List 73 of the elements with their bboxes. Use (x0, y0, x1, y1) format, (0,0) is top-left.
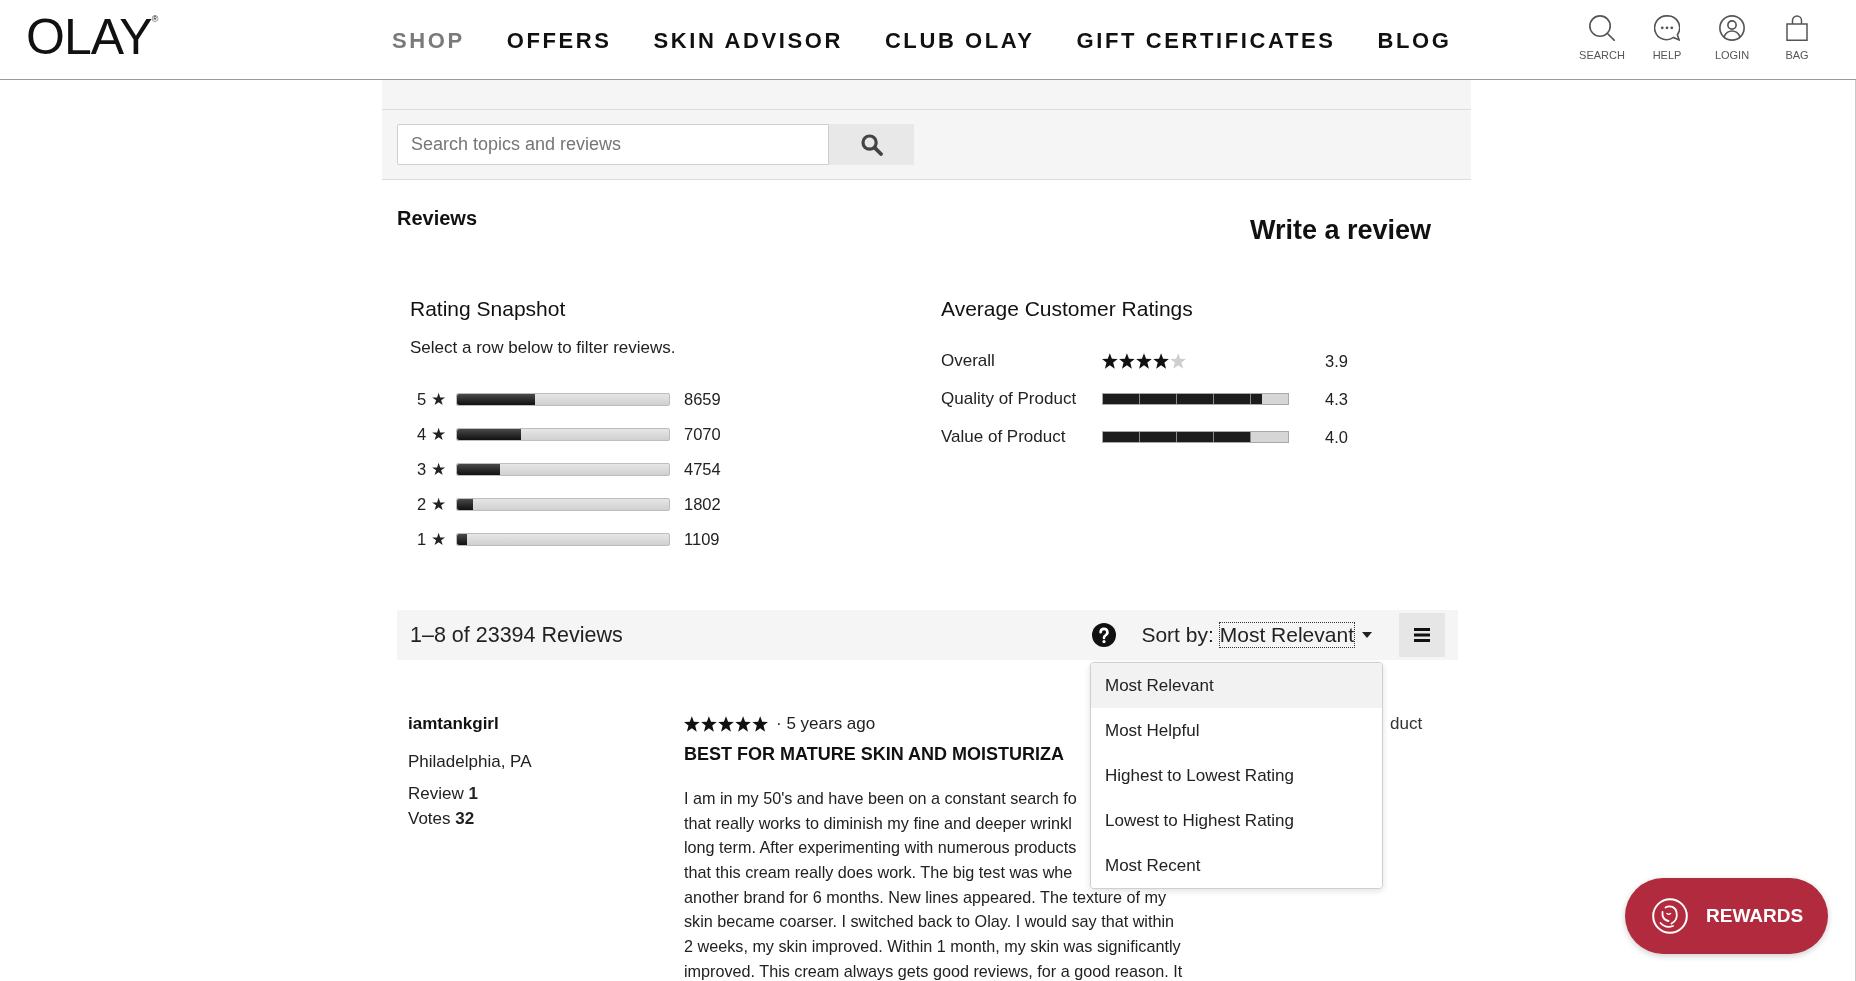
sort-label: Sort by: (1141, 622, 1214, 648)
review-text-line: 2 weeks, my skin improved. Within 1 month, my skin was significantly (684, 936, 1181, 957)
caret-icon (1362, 632, 1372, 638)
review-text-line: another brand for 6 months. New lines appeared. The texture of my (684, 886, 1166, 907)
chat-bubble-icon (1654, 14, 1680, 41)
rating-count: 1802 (684, 494, 721, 514)
review-text-line: improved. This cream always gets good reviews, for a good reason. It (684, 960, 1183, 981)
circle-emblem-icon (1652, 898, 1688, 934)
rating-score: 4.0 (1325, 427, 1348, 447)
nav-link[interactable]: GIFT CERTIFICATES (1076, 28, 1336, 54)
review-age: · 5 years ago (776, 714, 876, 734)
review-text-line: long term. After experimenting with numerous products (684, 837, 1077, 858)
rewards-button[interactable]: REWARDS (1625, 878, 1828, 954)
review-count: 1–8 of 23394 Reviews (410, 622, 623, 648)
sort-dropdown[interactable]: Most Relevant (1219, 623, 1372, 647)
partial-text: duct (1390, 714, 1423, 734)
reviews-heading: Reviews (397, 207, 478, 229)
review-text-line: that this cream really does work. The big test was whe (684, 862, 1073, 883)
rating-score: 4.3 (1325, 389, 1348, 409)
help-button[interactable]: HELP (1637, 14, 1697, 61)
star-level-label[interactable]: 4 ★ (417, 424, 446, 444)
search-icon (1589, 14, 1615, 41)
rating-count: 1109 (684, 529, 720, 549)
bag-button[interactable]: BAG (1767, 14, 1827, 61)
rating-bar-track[interactable] (456, 497, 670, 511)
star-level-label[interactable]: 3 ★ (417, 459, 446, 479)
reviewer-stat: Review 1 (408, 782, 478, 805)
olay-logo[interactable]: OLAY$^{®}$ (26, 10, 158, 63)
user-circle-icon (1719, 14, 1745, 41)
sort-option[interactable]: Lowest to Highest Rating (1091, 798, 1382, 843)
write-review-link[interactable]: Write a review (1249, 215, 1431, 245)
view-menu-button[interactable] (1399, 613, 1445, 657)
nav-link[interactable]: OFFERS (506, 28, 612, 54)
search-field[interactable]: Search topics and reviews (397, 124, 829, 165)
nav-link[interactable]: BLOG (1377, 28, 1452, 54)
rating-bar-track[interactable] (456, 392, 670, 406)
rating-count: 8659 (684, 389, 721, 409)
menu-icon (1414, 628, 1430, 642)
search-button[interactable] (829, 124, 914, 165)
section-title: Average Customer Ratings (941, 297, 1193, 321)
shopping-bag-icon (1786, 14, 1808, 41)
rating-label: Overall (941, 351, 995, 371)
sort-option[interactable]: Highest to Lowest Rating (1091, 753, 1382, 798)
star-level-label[interactable]: 2 ★ (417, 494, 446, 514)
rating-label: Quality of Product (941, 389, 1077, 409)
filter-hint: Select a row below to filter reviews. (410, 338, 676, 358)
nav-link[interactable]: SKIN ADVISOR (653, 28, 843, 54)
rating-bar-track[interactable] (456, 532, 670, 546)
rating-bar-track[interactable] (456, 462, 670, 476)
star-level-label[interactable]: 5 ★ (417, 389, 446, 409)
sort-option[interactable]: Most Helpful (1091, 708, 1382, 753)
star-level-label[interactable]: 1 ★ (417, 529, 446, 549)
rating-score: 3.9 (1325, 351, 1348, 371)
help-icon[interactable] (1092, 623, 1117, 647)
sort-option[interactable]: Most Relevant (1091, 663, 1382, 708)
rating-label: Value of Product (941, 427, 1066, 447)
review-title: BEST FOR MATURE SKIN AND MOISTURIZA (684, 743, 1064, 765)
review-text-line: skin became coarser. I switched back to Olay. I would say that within (684, 911, 1175, 932)
reviewer-name[interactable]: iamtankgirl (408, 714, 499, 734)
search-icon (860, 133, 883, 156)
nav-link[interactable]: CLUB OLAY (884, 28, 1035, 54)
rating-count: 4754 (684, 459, 721, 479)
reviewer-stat: Votes 32 (408, 807, 475, 830)
nav-link[interactable]: SHOP (392, 28, 465, 54)
review-text-line: that really works to diminish my fine and deeper wrinkl (684, 812, 1072, 833)
login-button[interactable]: LOGIN (1702, 14, 1762, 61)
review-text-line: I am in my 50's and have been on a constant search fo (684, 788, 1077, 808)
rating-count: 7070 (684, 424, 721, 444)
rating-bar-track[interactable] (456, 427, 670, 441)
section-title: Rating Snapshot (410, 297, 566, 321)
reviewer-location: Philadelphia, PA (408, 751, 532, 773)
search-button[interactable]: SEARCH (1572, 14, 1632, 61)
sort-option[interactable]: Most Recent (1091, 843, 1382, 888)
